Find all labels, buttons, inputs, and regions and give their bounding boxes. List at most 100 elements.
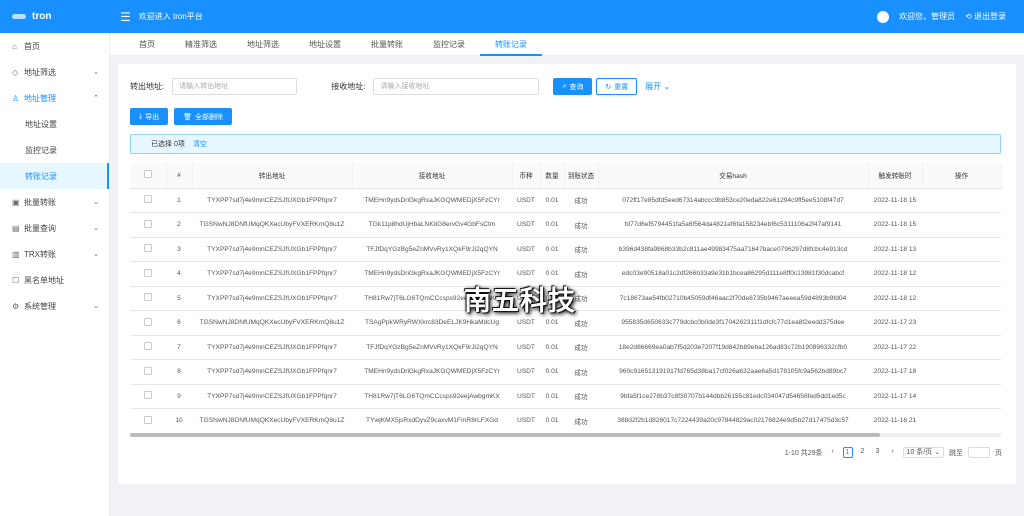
sidebar-item-address-management[interactable]: ♙ 地址管理 ⌃: [0, 85, 109, 111]
user-greeting[interactable]: 欢迎您，管理员: [899, 11, 955, 22]
row-actions-cell[interactable]: [922, 286, 1001, 311]
sidebar-item-transfer-records[interactable]: 转账记录: [0, 163, 109, 189]
delete-all-button[interactable]: 🗑 全部删除: [174, 108, 232, 125]
table-cell: TFJfDqYGzBg5eZnMVvRy1XQkF9rJi2qQYN: [352, 237, 512, 262]
export-button[interactable]: ⤓ 导出: [130, 108, 169, 125]
page-button-1[interactable]: 1: [842, 447, 853, 458]
trash-icon: 🗑: [183, 113, 192, 121]
table-cell: USDT: [512, 188, 540, 213]
row-actions-cell[interactable]: [922, 335, 1001, 360]
row-actions-cell[interactable]: [922, 212, 1001, 238]
table-cell: USDT: [512, 408, 540, 434]
row-checkbox[interactable]: [130, 310, 166, 336]
table-cell: edc03e90518a01c2df266b33a9e31b1bcea86295…: [598, 261, 868, 287]
tab-monitor-records[interactable]: 监控记录: [418, 33, 480, 56]
expand-link[interactable]: 展开 ⌄: [645, 81, 670, 92]
sidebar-item-system[interactable]: ⚙ 系统管理 ⌄: [0, 293, 109, 319]
row-checkbox[interactable]: [130, 408, 166, 434]
table-row[interactable]: 9 TYXPP7sd7j4e9mnCEZSJfUXGb1FPPfqnr7 TH81R…: [130, 384, 1001, 409]
sidebar-item-address-filter[interactable]: ◇ 地址筛选 ⌄: [0, 59, 109, 85]
sidebar-item-batch-query[interactable]: ▤ 批量查询 ⌄: [0, 215, 109, 241]
table-row[interactable]: 7 TYXPP7sd7j4e9mnCEZSJfUXGb1FPPfqnr7 TFJfD…: [130, 335, 1001, 360]
page-button-3[interactable]: 3: [873, 447, 883, 458]
tab-batch-transfer[interactable]: 批量转账: [356, 33, 418, 56]
clear-selection-link[interactable]: 清空: [193, 139, 207, 149]
avatar[interactable]: [877, 10, 890, 23]
tab-transfer-records[interactable]: 转账记录: [480, 33, 542, 56]
row-actions-cell[interactable]: [922, 188, 1001, 213]
table-cell: 2: [166, 212, 192, 238]
to-address-label: 接收地址:: [331, 82, 366, 91]
column-header: 交易hash: [598, 163, 869, 189]
table-cell: 4: [166, 261, 192, 287]
refresh-icon: ↻: [605, 83, 612, 91]
row-actions-cell[interactable]: [922, 384, 1001, 409]
table-cell: 2022-11-17 14: [868, 384, 922, 409]
row-checkbox[interactable]: [130, 384, 166, 409]
table-cell: 2022-11-18 15: [868, 188, 922, 213]
sidebar-item-blacklist[interactable]: ☐ 黑名单地址: [0, 267, 109, 293]
row-actions-cell[interactable]: [922, 359, 1001, 385]
sidebar-item-label: 首页: [24, 41, 40, 51]
row-checkbox[interactable]: [130, 286, 166, 311]
table-cell: 2022-11-18 12: [868, 261, 922, 287]
sidebar-item-batch-transfer[interactable]: ▣ 批量转账 ⌄: [0, 189, 109, 215]
reset-button[interactable]: ↻ 重置: [596, 78, 638, 95]
logout-button[interactable]: ⟲ 退出登录: [965, 11, 1006, 22]
tab-home[interactable]: 首页: [124, 33, 170, 56]
select-all-checkbox[interactable]: [130, 163, 167, 189]
sidebar-item-home[interactable]: ⌂ 首页: [0, 33, 109, 59]
horizontal-scrollbar[interactable]: [130, 433, 1001, 437]
row-actions-cell[interactable]: [922, 408, 1001, 434]
row-actions-cell[interactable]: [922, 261, 1001, 287]
table-cell: TGk11p8hdUjHbaLNKitG8ervGv4GbFsCtm: [352, 212, 512, 238]
row-checkbox[interactable]: [130, 335, 166, 360]
row-actions-cell[interactable]: [922, 237, 1001, 262]
table-cell: TGSNwNJ8DNfUMqQKXecUbyFVXERKmQ8u1Z: [192, 310, 352, 336]
tab-address-settings[interactable]: 地址设置: [294, 33, 356, 56]
table-row[interactable]: 2 TGSNwNJ8DNfUMqQKXecUbyFVXERKmQ8u1Z TGk11…: [130, 212, 1001, 238]
row-checkbox[interactable]: [130, 188, 166, 213]
row-actions-cell[interactable]: [922, 310, 1001, 336]
sidebar-item-monitor-records[interactable]: 监控记录: [0, 137, 109, 163]
menu-toggle-icon[interactable]: ☰: [120, 10, 131, 24]
expand-link-label: 展开: [645, 82, 662, 91]
row-checkbox[interactable]: [130, 261, 166, 287]
from-address-input[interactable]: 请输入转出地址: [172, 78, 298, 95]
sidebar-item-label: 地址筛选: [24, 67, 56, 77]
row-checkbox[interactable]: [130, 359, 166, 385]
table-row[interactable]: 1 TYXPP7sd7j4e9mnCEZSJfUXGb1FPPfqnr7 TMEHn…: [130, 188, 1001, 213]
sidebar-item-address-settings[interactable]: 地址设置: [0, 111, 109, 137]
table-row[interactable]: 10 TGSNwNJ8DNfUMqQKXecUbyFVXERKmQ8u1Z TYwj…: [130, 408, 1001, 434]
page-size-select[interactable]: 10 条/页 ⌄: [902, 447, 944, 458]
search-icon: ⌕: [562, 82, 567, 90]
logo[interactable]: tron: [0, 11, 110, 22]
table-cell: TH81Rw7jT6LG6TQmCCcsps92eejAwbgmKX: [352, 384, 512, 409]
chevron-down-icon: ⌄: [93, 69, 99, 76]
goto-page-input[interactable]: [968, 447, 990, 458]
scrollbar-thumb[interactable]: [130, 433, 880, 437]
download-icon: ⤓: [139, 112, 143, 120]
chevron-up-icon: ⌃: [93, 95, 99, 102]
row-checkbox[interactable]: [130, 237, 166, 262]
next-page-button[interactable]: ›: [888, 447, 898, 458]
page-button-2[interactable]: 2: [858, 447, 868, 458]
table-cell: 成功: [564, 408, 598, 434]
sidebar-item-trx-transfer[interactable]: ▥ TRX转账 ⌄: [0, 241, 109, 267]
table-row[interactable]: 8 TYXPP7sd7j4e9mnCEZSJfUXGb1FPPfqnr7 TMEHn…: [130, 359, 1001, 385]
table-cell: 388d2f2b1d826017c7224439a20c97844829ac02…: [598, 408, 868, 434]
prev-page-button[interactable]: ‹: [828, 447, 838, 458]
row-checkbox[interactable]: [130, 212, 166, 238]
transfer-icon: ▣: [12, 197, 20, 207]
to-address-input[interactable]: 请输入接收地址: [373, 78, 540, 95]
table-cell: 成功: [564, 212, 598, 238]
tab-address-filter[interactable]: 地址筛选: [232, 33, 294, 56]
table-cell: TGSNwNJ8DNfUMqQKXecUbyFVXERKmQ8u1Z: [192, 408, 352, 434]
table-cell: 8: [166, 359, 192, 385]
search-button-label: 查询: [569, 83, 584, 91]
tab-precise-filter[interactable]: 精准筛选: [170, 33, 232, 56]
table-row[interactable]: 3 TYXPP7sd7j4e9mnCEZSJfUXGb1FPPfqnr7 TFJfD…: [130, 237, 1001, 262]
welcome-text: 欢迎进入 tron平台: [138, 12, 203, 21]
search-button[interactable]: ⌕ 查询: [553, 78, 593, 95]
export-button-label: 导出: [145, 113, 160, 121]
